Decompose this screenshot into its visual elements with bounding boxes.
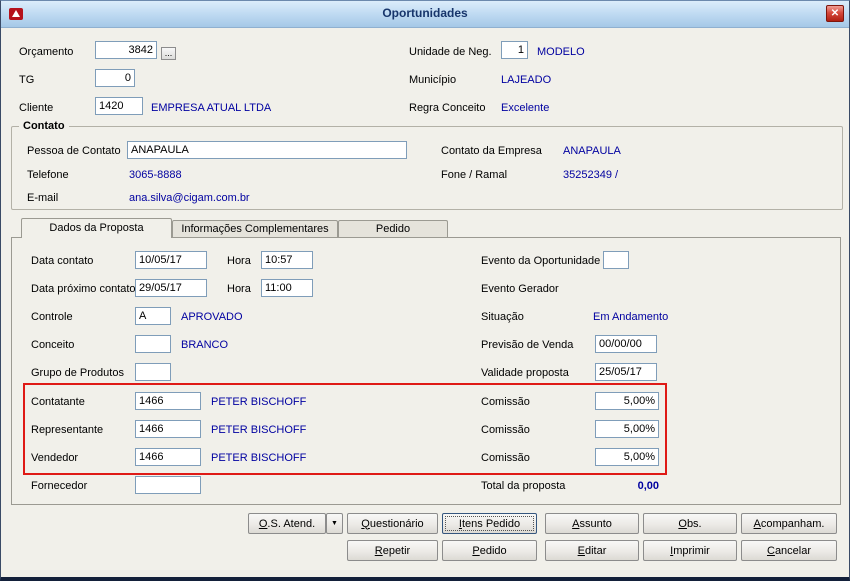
situacao-value: Em Andamento [593, 311, 669, 323]
orcamento-browse-button[interactable]: ... [161, 47, 176, 60]
tg-label: TG [19, 74, 35, 86]
acompanham-button[interactable]: Acompanham. [741, 513, 837, 534]
previsao-venda-label: Previsão de Venda [481, 339, 574, 351]
evento-gerador-label: Evento Gerador [481, 283, 559, 295]
hora-contato-label: Hora [227, 255, 251, 267]
data-proximo-contato-label: Data próximo contato [31, 283, 136, 295]
repetir-button[interactable]: Repetir [347, 540, 438, 561]
questionario-button[interactable]: Questionário [347, 513, 438, 534]
situacao-label: Situação [481, 311, 524, 323]
fone-ramal-label: Fone / Ramal [441, 169, 508, 181]
comissao-vendedor-label: Comissão [481, 452, 530, 464]
cancelar-button[interactable]: Cancelar [741, 540, 837, 561]
cliente-name: EMPRESA ATUAL LTDA [151, 102, 272, 114]
close-icon[interactable]: ✕ [826, 5, 844, 22]
comissao-representante-input[interactable] [595, 420, 659, 438]
hora-contato-input[interactable] [261, 251, 313, 269]
orcamento-input[interactable] [95, 41, 157, 59]
tg-input[interactable] [95, 69, 135, 87]
contatante-name: PETER BISCHOFF [211, 396, 307, 408]
conceito-input[interactable] [135, 335, 171, 353]
email-value: ana.silva@cigam.com.br [129, 192, 250, 204]
fornecedor-input[interactable] [135, 476, 201, 494]
total-proposta-label: Total da proposta [481, 480, 566, 492]
telefone-value: 3065-8888 [129, 169, 182, 181]
validade-proposta-input[interactable] [595, 363, 657, 381]
regra-conceito-value: Excelente [501, 102, 550, 114]
pedido-button[interactable]: Pedido [442, 540, 537, 561]
contato-empresa-label: Contato da Empresa [441, 145, 542, 157]
unidade-name: MODELO [537, 46, 585, 58]
oportunidades-window: Oportunidades ✕ Orçamento ... TG Cliente… [0, 0, 850, 581]
data-proximo-contato-input[interactable] [135, 279, 207, 297]
telefone-label: Telefone [27, 169, 69, 181]
pessoa-contato-label: Pessoa de Contato [27, 145, 121, 157]
os-atend-dropdown-icon[interactable]: ▼ [326, 513, 343, 534]
contato-empresa-value: ANAPAULA [563, 145, 621, 157]
hora-proximo-input[interactable] [261, 279, 313, 297]
unidade-label: Unidade de Neg. [409, 46, 492, 58]
controle-desc: APROVADO [181, 311, 243, 323]
contatante-input[interactable] [135, 392, 201, 410]
itens-pedido-button[interactable]: Itens Pedido [442, 513, 537, 534]
controle-label: Controle [31, 311, 73, 323]
representante-label: Representante [31, 424, 104, 436]
os-atend-button[interactable]: O.S. Atend. [248, 513, 326, 534]
municipio-value: LAJEADO [501, 74, 552, 86]
hora-proximo-label: Hora [227, 283, 251, 295]
vendedor-name: PETER BISCHOFF [211, 452, 307, 464]
editar-button[interactable]: Editar [545, 540, 639, 561]
fone-ramal-value: 35252349 / [563, 169, 619, 181]
previsao-venda-input[interactable] [595, 335, 657, 353]
orcamento-label: Orçamento [19, 46, 74, 58]
validade-proposta-label: Validade proposta [481, 367, 569, 379]
cliente-label: Cliente [19, 102, 54, 114]
vendedor-label: Vendedor [31, 452, 79, 464]
evento-oportunidade-label: Evento da Oportunidade [481, 255, 601, 267]
representante-name: PETER BISCHOFF [211, 424, 307, 436]
data-contato-label: Data contato [31, 255, 94, 267]
conceito-label: Conceito [31, 339, 75, 351]
imprimir-button[interactable]: Imprimir [643, 540, 737, 561]
evento-oportunidade-input[interactable] [603, 251, 629, 269]
fornecedor-label: Fornecedor [31, 480, 88, 492]
grupo-produtos-label: Grupo de Produtos [31, 367, 124, 379]
municipio-label: Município [409, 74, 457, 86]
vendedor-input[interactable] [135, 448, 201, 466]
cliente-input[interactable] [95, 97, 143, 115]
grupo-produtos-input[interactable] [135, 363, 171, 381]
window-title: Oportunidades [382, 6, 468, 20]
tab-dados-da-proposta[interactable]: Dados da Proposta [21, 218, 172, 238]
comissao-contatante-input[interactable] [595, 392, 659, 410]
titlebar[interactable]: Oportunidades ✕ [1, 1, 849, 28]
contatante-label: Contatante [31, 396, 85, 408]
obs-button[interactable]: Obs. [643, 513, 737, 534]
pessoa-contato-input[interactable] [127, 141, 407, 159]
total-proposta-value: 0,00 [637, 480, 659, 492]
comissao-representante-label: Comissão [481, 424, 530, 436]
comissao-vendedor-input[interactable] [595, 448, 659, 466]
tab-pedido[interactable]: Pedido [338, 220, 448, 237]
unidade-input[interactable] [501, 41, 528, 59]
conceito-desc: BRANCO [181, 339, 229, 351]
representante-input[interactable] [135, 420, 201, 438]
assunto-button[interactable]: Assunto [545, 513, 639, 534]
data-contato-input[interactable] [135, 251, 207, 269]
controle-input[interactable] [135, 307, 171, 325]
comissao-contatante-label: Comissão [481, 396, 530, 408]
email-label: E-mail [27, 192, 59, 204]
regra-conceito-label: Regra Conceito [409, 102, 486, 114]
tab-informacoes-complementares[interactable]: Informações Complementares [172, 220, 338, 237]
contato-group-title: Contato [19, 119, 69, 133]
